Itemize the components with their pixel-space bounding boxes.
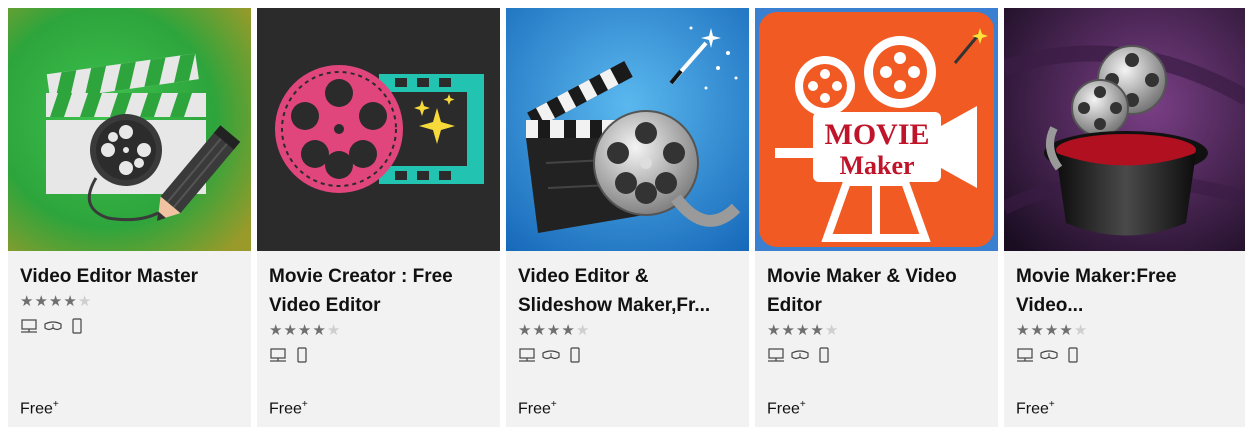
star-filled-icon: ★ [1059,322,1074,339]
price-label: Free+ [518,398,557,417]
star-filled-icon: ★ [1030,322,1045,339]
mobile-icon [1068,347,1078,363]
star-empty-icon: ★ [326,322,342,339]
platform-icons [1016,346,1237,364]
app-thumbnail[interactable] [257,8,500,251]
rating-stars: ★★★★★ [1016,322,1237,340]
mobile-icon [570,347,580,363]
clapperboard-reel-pencil-image [8,8,251,251]
star-filled-icon: ★ [269,322,284,339]
hololens-icon [1040,350,1058,360]
clapperboard-wand-reel-image [506,8,749,251]
app-card-movie-maker-video-editor[interactable]: MOVIE Maker Movie Maker & Video Editor ★… [755,8,998,427]
star-filled-icon: ★ [312,322,327,339]
magic-hat-reel-image [1004,8,1245,251]
rating-stars: ★★★★★ [518,322,739,340]
rating-stars: ★★★★★ [20,293,241,311]
app-thumbnail[interactable] [1004,8,1245,251]
mobile-icon [72,318,82,334]
star-filled-icon: ★ [767,322,782,339]
star-filled-icon: ★ [518,322,533,339]
star-filled-icon: ★ [1044,322,1060,339]
price-suffix: + [799,398,806,410]
price-suffix: + [550,398,557,410]
price-label: Free+ [1016,398,1055,417]
star-filled-icon: ★ [297,322,313,339]
price-label: Free+ [269,398,308,417]
star-filled-icon: ★ [63,293,78,310]
app-thumbnail[interactable] [8,8,251,251]
pc-icon [768,348,784,362]
app-thumbnail[interactable]: MOVIE Maker [755,8,998,251]
star-filled-icon: ★ [283,322,298,339]
hololens-icon [44,321,62,331]
platform-icons [767,346,988,364]
film-reel-sparkles-image [257,8,500,251]
star-filled-icon: ★ [561,322,576,339]
star-empty-icon: ★ [824,322,840,339]
platform-icons [269,346,490,364]
movie-maker-projector-image: MOVIE Maker [755,8,998,251]
app-card-movie-creator[interactable]: Movie Creator : Free Video Editor ★★★★★ … [257,8,500,427]
app-title[interactable]: Movie Maker & Video Editor [767,262,988,320]
hololens-icon [542,350,560,360]
star-filled-icon: ★ [34,293,49,310]
app-card-video-editor-master[interactable]: Video Editor Master ★★★★★ Free+ [8,8,251,427]
mobile-icon [297,347,307,363]
app-title[interactable]: Video Editor & Slideshow Maker,Fr... [518,262,739,320]
app-card-video-editor-slideshow[interactable]: Video Editor & Slideshow Maker,Fr... ★★★… [506,8,749,427]
star-empty-icon: ★ [575,322,591,339]
pc-icon [21,319,37,333]
app-grid: Video Editor Master ★★★★★ Free+ Movie Cr… [8,8,1245,427]
pc-icon [270,348,286,362]
app-thumbnail[interactable] [506,8,749,251]
rating-stars: ★★★★★ [767,322,988,340]
platform-icons [20,317,241,335]
star-empty-icon: ★ [77,293,93,310]
hololens-icon [791,350,809,360]
star-filled-icon: ★ [532,322,547,339]
platform-icons [518,346,739,364]
rating-stars: ★★★★★ [269,322,490,340]
star-empty-icon: ★ [1073,322,1089,339]
star-filled-icon: ★ [1016,322,1031,339]
app-title[interactable]: Movie Creator : Free Video Editor [269,262,490,320]
price-suffix: + [52,398,59,410]
star-filled-icon: ★ [20,293,35,310]
pc-icon [519,348,535,362]
price-label: Free+ [767,398,806,417]
price-suffix: + [301,398,308,410]
star-filled-icon: ★ [810,322,825,339]
logo-text-maker: Maker [839,151,914,180]
app-card-movie-maker-free[interactable]: Movie Maker:Free Video... ★★★★★ Free+ [1004,8,1245,427]
price-label: Free+ [20,398,59,417]
star-filled-icon: ★ [48,293,64,310]
star-filled-icon: ★ [781,322,796,339]
pc-icon [1017,348,1033,362]
app-title[interactable]: Movie Maker:Free Video... [1016,262,1237,320]
star-filled-icon: ★ [795,322,811,339]
app-title[interactable]: Video Editor Master [20,262,241,291]
star-filled-icon: ★ [546,322,562,339]
logo-text-movie: MOVIE [825,118,930,151]
mobile-icon [819,347,829,363]
price-suffix: + [1048,398,1055,410]
